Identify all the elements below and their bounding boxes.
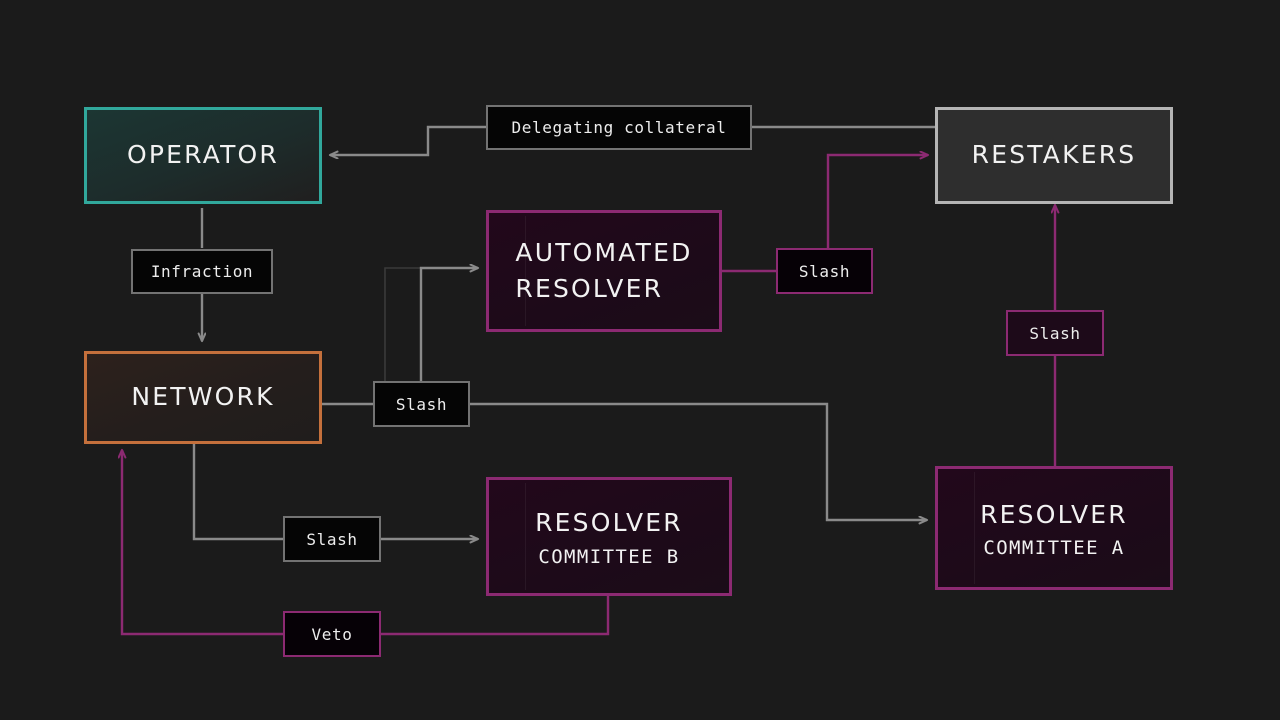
wire-committee-b-to-veto	[381, 596, 610, 636]
edge-label-slash-network-out: Slash	[373, 381, 470, 427]
node-network[interactable]: NETWORK	[84, 351, 322, 444]
node-restakers[interactable]: RESTAKERS	[935, 107, 1173, 204]
node-resolver-committee-a[interactable]: RESOLVER COMMITTEE A	[935, 466, 1173, 590]
node-automated-resolver[interactable]: AUTOMATED RESOLVER	[486, 210, 722, 332]
node-operator-title: OPERATOR	[127, 140, 279, 170]
edge-label-slash-committee-a-to-restakers: Slash	[1006, 310, 1104, 356]
node-resolver-committee-a-title: RESOLVER	[980, 499, 1128, 529]
edge-label-veto: Veto	[283, 611, 381, 657]
node-resolver-committee-b-title: RESOLVER	[535, 508, 683, 538]
node-automated-resolver-title: AUTOMATED RESOLVER	[515, 237, 693, 303]
node-inner-rule	[525, 216, 526, 326]
edge-label-slash-network-to-committee-b: Slash	[283, 516, 381, 562]
wire-network-to-slash-committee-b	[192, 443, 283, 541]
node-resolver-committee-a-subtitle: COMMITTEE A	[983, 537, 1125, 560]
node-network-title: NETWORK	[131, 382, 275, 412]
wire-slash-stub-riser	[384, 267, 421, 381]
node-resolver-committee-b-subtitle: COMMITTEE B	[538, 545, 680, 568]
node-inner-rule	[525, 483, 526, 590]
node-restakers-title: RESTAKERS	[971, 140, 1137, 170]
wire-delegating-label-to-operator	[330, 125, 486, 155]
edge-label-slash-automated-to-restakers: Slash	[776, 248, 873, 294]
node-inner-rule	[974, 472, 975, 584]
node-operator[interactable]: OPERATOR	[84, 107, 322, 204]
edge-label-delegating-collateral: Delegating collateral	[486, 105, 752, 150]
node-resolver-committee-b[interactable]: RESOLVER COMMITTEE B	[486, 477, 732, 596]
wire-slash-to-automated-resolver	[419, 268, 478, 381]
edge-label-infraction: Infraction	[131, 249, 273, 294]
wire-veto-to-network	[122, 450, 283, 636]
wire-slash-to-restakers	[826, 155, 928, 248]
diagram-canvas: OPERATOR RESTAKERS NETWORK AUTOMATED RES…	[0, 0, 1280, 720]
